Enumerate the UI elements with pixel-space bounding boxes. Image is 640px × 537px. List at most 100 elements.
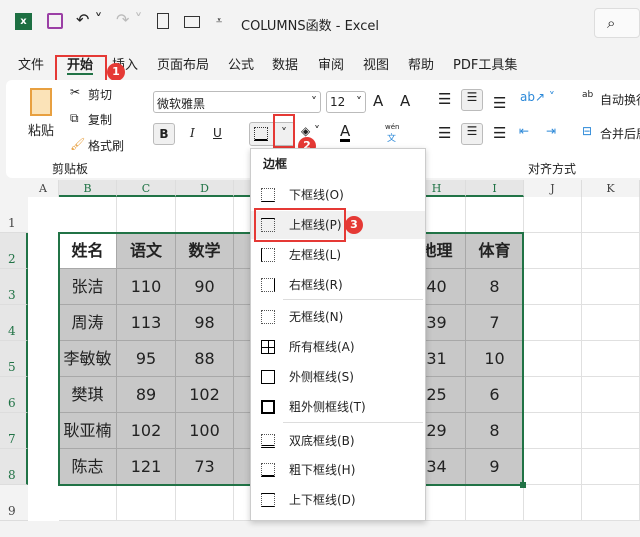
phonetic-button[interactable]: 文 [387, 131, 396, 144]
wrap-icon: ab [582, 90, 594, 100]
merge-icon: ⊟ [582, 124, 593, 138]
border-style-icon [261, 310, 275, 324]
column-header-J[interactable]: J [524, 180, 582, 197]
align-center-button[interactable]: ☰ [461, 123, 483, 145]
row-header-1[interactable]: 1 [0, 197, 28, 233]
grid-cell [524, 449, 582, 485]
row-header-6[interactable]: 6 [0, 377, 28, 413]
borders-menu-item[interactable]: 粗下框线(H) [251, 456, 425, 484]
grid-cell [582, 449, 640, 485]
undo-icon[interactable]: ↶ ˅ [76, 10, 103, 29]
borders-menu-item[interactable]: 右框线(R) [251, 271, 425, 299]
tab-data[interactable]: 数据 [272, 54, 298, 73]
menu-item-label: 无框线(N) [289, 310, 344, 324]
excel-logo-icon: x [15, 13, 32, 30]
merge-center-button[interactable]: 合并后居中 [600, 125, 640, 142]
customize-qat-icon[interactable]: ⩡ [216, 14, 222, 28]
align-left-icon[interactable]: ☰ [438, 124, 451, 142]
borders-menu-item[interactable]: 下框线(O) [251, 181, 425, 209]
copy-button[interactable]: 复制 [88, 111, 112, 128]
row-header-8[interactable]: 8 [0, 449, 28, 485]
align-bottom-icon[interactable]: ☰ [493, 94, 506, 112]
tab-file[interactable]: 文件 [18, 54, 44, 73]
open-folder-icon[interactable] [184, 16, 200, 28]
font-color-button[interactable]: A [340, 123, 351, 142]
fill-color-button[interactable]: ◈ ˅ [301, 124, 320, 138]
column-header-K[interactable]: K [582, 180, 640, 197]
grid-cell [176, 197, 234, 233]
select-all-corner[interactable] [0, 180, 28, 197]
increase-indent-icon[interactable]: ⇥ [546, 124, 556, 138]
border-style-icon [261, 340, 275, 354]
shrink-font-button[interactable]: A [400, 92, 410, 110]
grid-cell [582, 341, 640, 377]
grid-cell [524, 269, 582, 305]
row-header-5[interactable]: 5 [0, 341, 28, 377]
wrap-text-button[interactable]: 自动换行 [600, 91, 640, 108]
cut-button[interactable]: 剪切 [88, 86, 112, 103]
font-name-select[interactable]: 微软雅黑 ˅ [153, 91, 321, 113]
borders-menu-item[interactable]: 粗外侧框线(T) [251, 393, 425, 421]
tab-help[interactable]: 帮助 [408, 54, 434, 73]
decrease-indent-icon[interactable]: ⇤ [519, 124, 529, 138]
menu-item-label: 粗外侧框线(T) [289, 400, 366, 414]
tab-pdf-tools[interactable]: PDF工具集 [453, 54, 517, 73]
borders-menu-item[interactable]: 外侧框线(S) [251, 363, 425, 391]
row-header-9[interactable]: 9 [0, 485, 28, 521]
fill-handle[interactable] [520, 482, 526, 488]
grid-cell [582, 377, 640, 413]
phonetic-top: wén [385, 123, 400, 131]
borders-menu-item[interactable]: 双底框线(B) [251, 427, 425, 455]
column-header-D[interactable]: D [176, 180, 234, 197]
column-header-B[interactable]: B [59, 180, 117, 197]
grid-cell [466, 485, 524, 521]
row-header-7[interactable]: 7 [0, 413, 28, 449]
orientation-icon[interactable]: ab↗ ˅ [520, 90, 555, 104]
menu-item-label: 所有框线(A) [289, 340, 355, 354]
paste-button[interactable]: 粘贴 [28, 120, 54, 139]
paste-icon [30, 88, 52, 116]
borders-menu-item[interactable]: 所有框线(A) [251, 333, 425, 361]
borders-menu-title: 边框 [263, 157, 288, 171]
bold-label: B [159, 127, 169, 141]
grid-cell [582, 197, 640, 233]
column-header-C[interactable]: C [117, 180, 176, 197]
search-button[interactable]: ⌕ [594, 8, 640, 38]
underline-button[interactable]: U [213, 126, 222, 140]
menu-item-label: 下框线(O) [289, 188, 344, 202]
align-top-icon[interactable]: ☰ [438, 90, 451, 108]
save-icon[interactable] [47, 13, 63, 29]
new-file-icon[interactable] [157, 13, 169, 29]
step-badge-3: 3 [345, 216, 363, 234]
bold-button[interactable]: B [153, 123, 175, 145]
align-middle-button[interactable]: ☰ [461, 89, 483, 111]
tab-view[interactable]: 视图 [363, 54, 389, 73]
row-header-4[interactable]: 4 [0, 305, 28, 341]
tab-review[interactable]: 审阅 [318, 54, 344, 73]
brush-icon: 🖌 [70, 137, 86, 151]
tab-page-layout[interactable]: 页面布局 [157, 54, 209, 73]
grow-font-button[interactable]: A [373, 92, 383, 110]
border-style-icon [261, 493, 275, 507]
grid-cell [582, 233, 640, 269]
borders-menu-item[interactable]: 左框线(L) [251, 241, 425, 269]
borders-menu-item[interactable]: 无框线(N) [251, 303, 425, 331]
borders-menu-item[interactable]: 上下框线(D) [251, 486, 425, 514]
grid-cell [524, 413, 582, 449]
italic-button[interactable]: I [190, 126, 195, 140]
menu-separator [283, 422, 423, 423]
format-painter-button[interactable]: 格式刷 [88, 137, 124, 154]
row-header-2[interactable]: 2 [0, 233, 28, 269]
grid-cell [582, 269, 640, 305]
scissors-icon: ✂ [70, 85, 81, 99]
redo-icon[interactable]: ↷ ˅ [116, 10, 143, 29]
tab-formulas[interactable]: 公式 [228, 54, 254, 73]
column-header-A[interactable]: A [28, 180, 59, 197]
align-right-icon[interactable]: ☰ [493, 124, 506, 142]
font-size-select[interactable]: 12 ˅ [326, 91, 366, 113]
column-header-I[interactable]: I [466, 180, 524, 197]
borders-menu: 边框 下框线(O) 上框线(P) 左框线(L) 右框线(R) 无框线(N) 所有框线(A)… [250, 148, 426, 521]
row-header-3[interactable]: 3 [0, 269, 28, 305]
grid-cell [524, 485, 582, 521]
menu-item-label: 右框线(R) [289, 278, 343, 292]
